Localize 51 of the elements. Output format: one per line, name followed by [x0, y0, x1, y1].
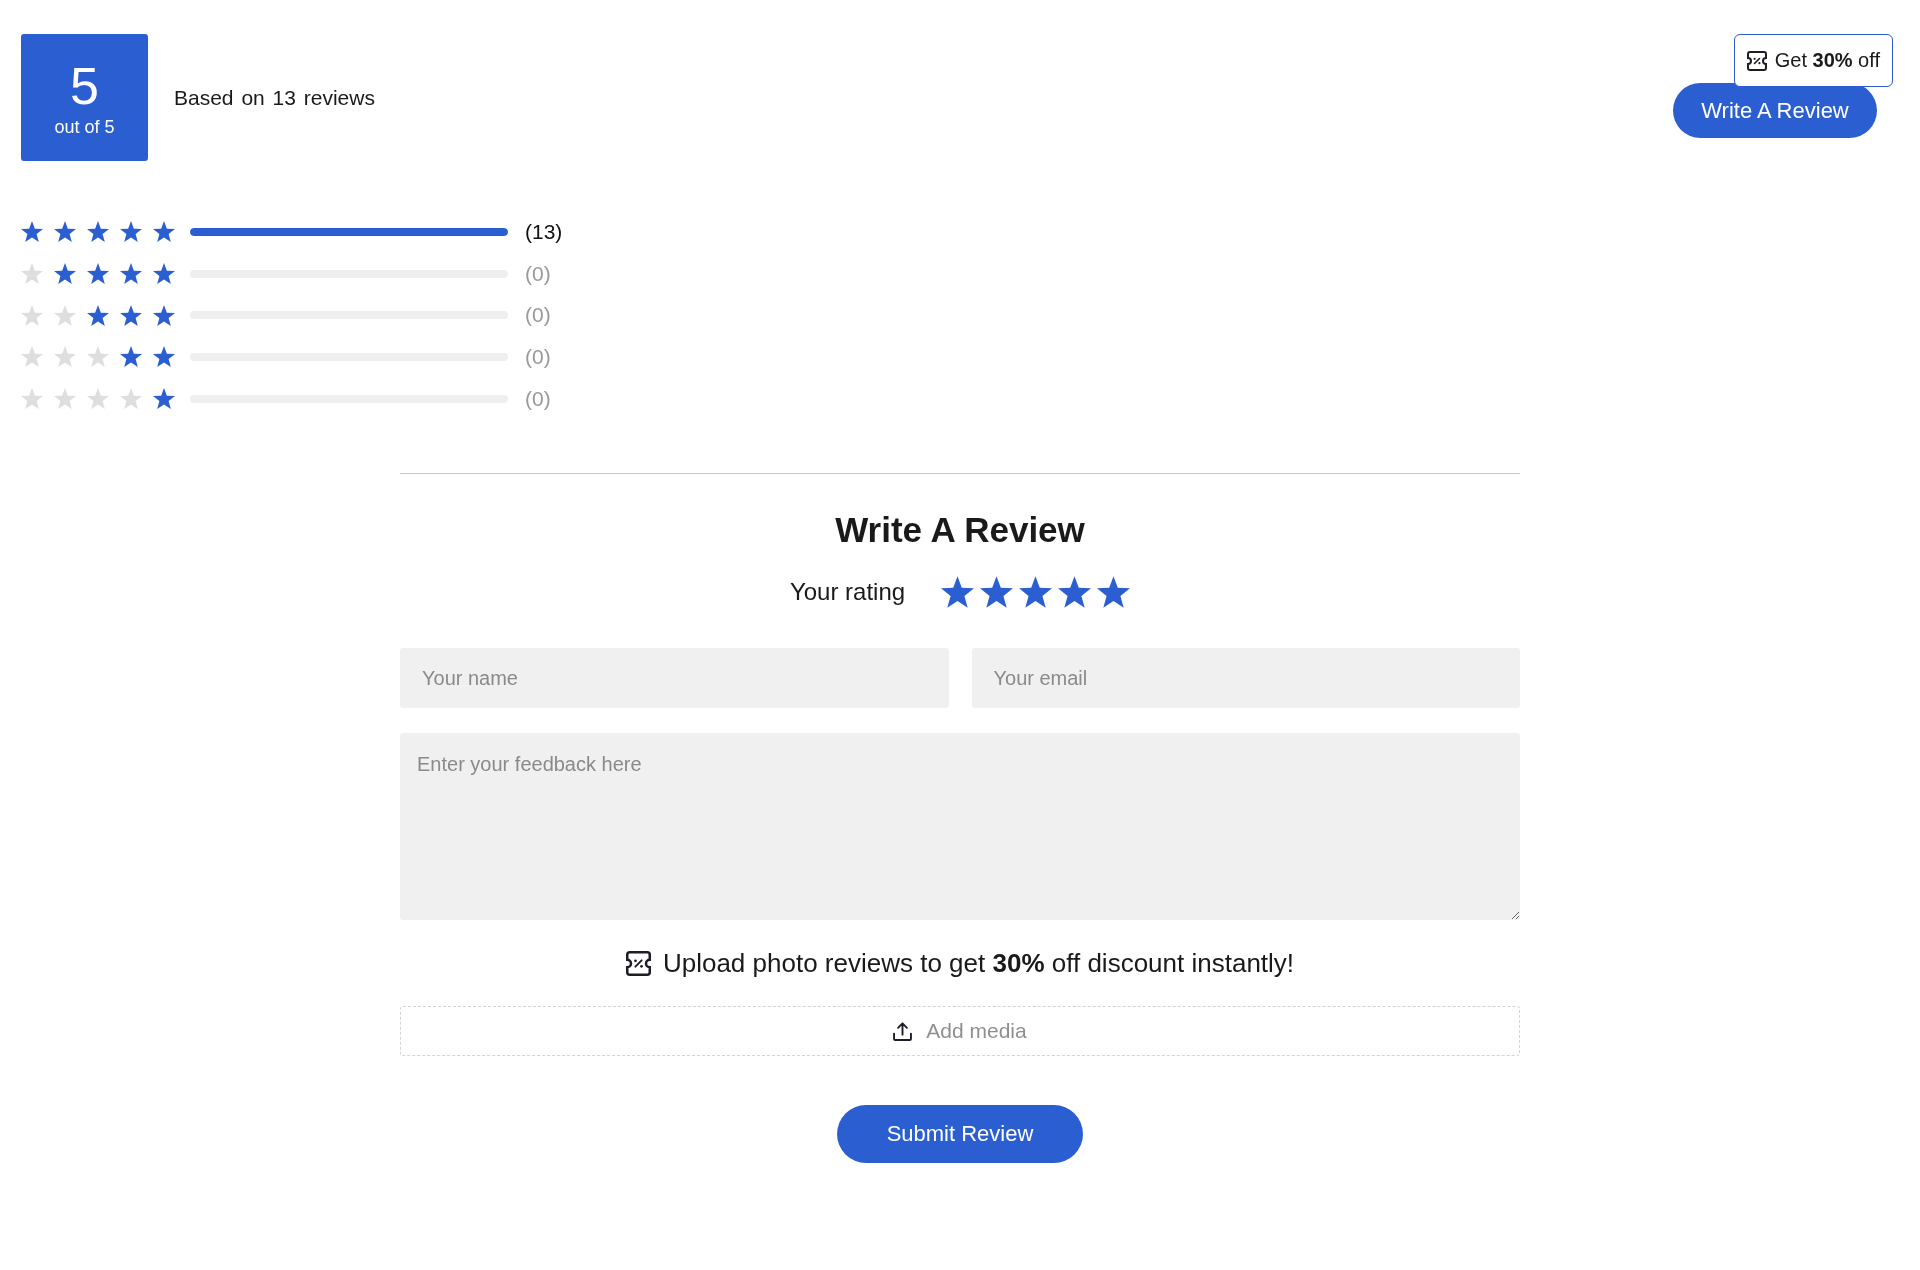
star-icon[interactable] [1058, 576, 1092, 609]
star-icon [54, 388, 76, 410]
star-icon [21, 346, 43, 368]
star-icon [21, 388, 43, 410]
star-icon [87, 221, 109, 243]
score-value: 5 [70, 57, 99, 114]
add-media-button[interactable]: Add media [400, 1006, 1520, 1057]
star-icon [153, 346, 175, 368]
star-icon [120, 346, 142, 368]
star-icon [21, 304, 43, 326]
star-icon [153, 388, 175, 410]
star-icon [87, 388, 109, 410]
submit-review-button[interactable]: Submit Review [837, 1105, 1083, 1164]
review-count-text: Based on 13 reviews [174, 85, 375, 110]
form-title: Write A Review [834, 509, 1086, 552]
star-icon [120, 388, 142, 410]
star-icon [54, 346, 76, 368]
star-icon [120, 263, 142, 285]
star-icon [54, 304, 76, 326]
rating-count: (0) [525, 303, 551, 328]
rating-label: Your rating [789, 578, 906, 607]
star-icon [120, 221, 142, 243]
percent-ticket-icon [625, 950, 651, 976]
star-icon [153, 263, 175, 285]
percent-ticket-icon [1746, 50, 1767, 71]
star-icon[interactable] [980, 576, 1014, 609]
star-icon [21, 221, 43, 243]
upload-promo-text: Upload photo reviews to get 30% off discount instantly! [662, 947, 1295, 979]
discount-badge[interactable]: Get 30% off [1733, 34, 1893, 87]
score-caption: out of 5 [54, 115, 115, 138]
name-field[interactable]: Your name [400, 648, 949, 709]
star-icon [54, 221, 76, 243]
star-icon [87, 263, 109, 285]
star-icon[interactable] [941, 576, 975, 609]
star-icon [54, 263, 76, 285]
rating-count: (13) [525, 219, 563, 244]
rating-count: (0) [525, 344, 551, 369]
feedback-field[interactable]: Enter your feedback here [400, 733, 1520, 921]
star-icon[interactable] [1019, 576, 1053, 609]
star-icon [87, 346, 109, 368]
star-icon [87, 304, 109, 326]
rating-count: (0) [525, 386, 551, 411]
star-icon [120, 304, 142, 326]
email-field[interactable]: Your email [971, 648, 1520, 709]
star-icon [153, 221, 175, 243]
write-review-button[interactable]: Write A Review [1673, 83, 1877, 138]
rating-count: (0) [525, 261, 551, 286]
star-icon [153, 304, 175, 326]
star-icon [21, 263, 43, 285]
upload-icon [893, 1021, 913, 1041]
star-icon[interactable] [1097, 576, 1131, 609]
